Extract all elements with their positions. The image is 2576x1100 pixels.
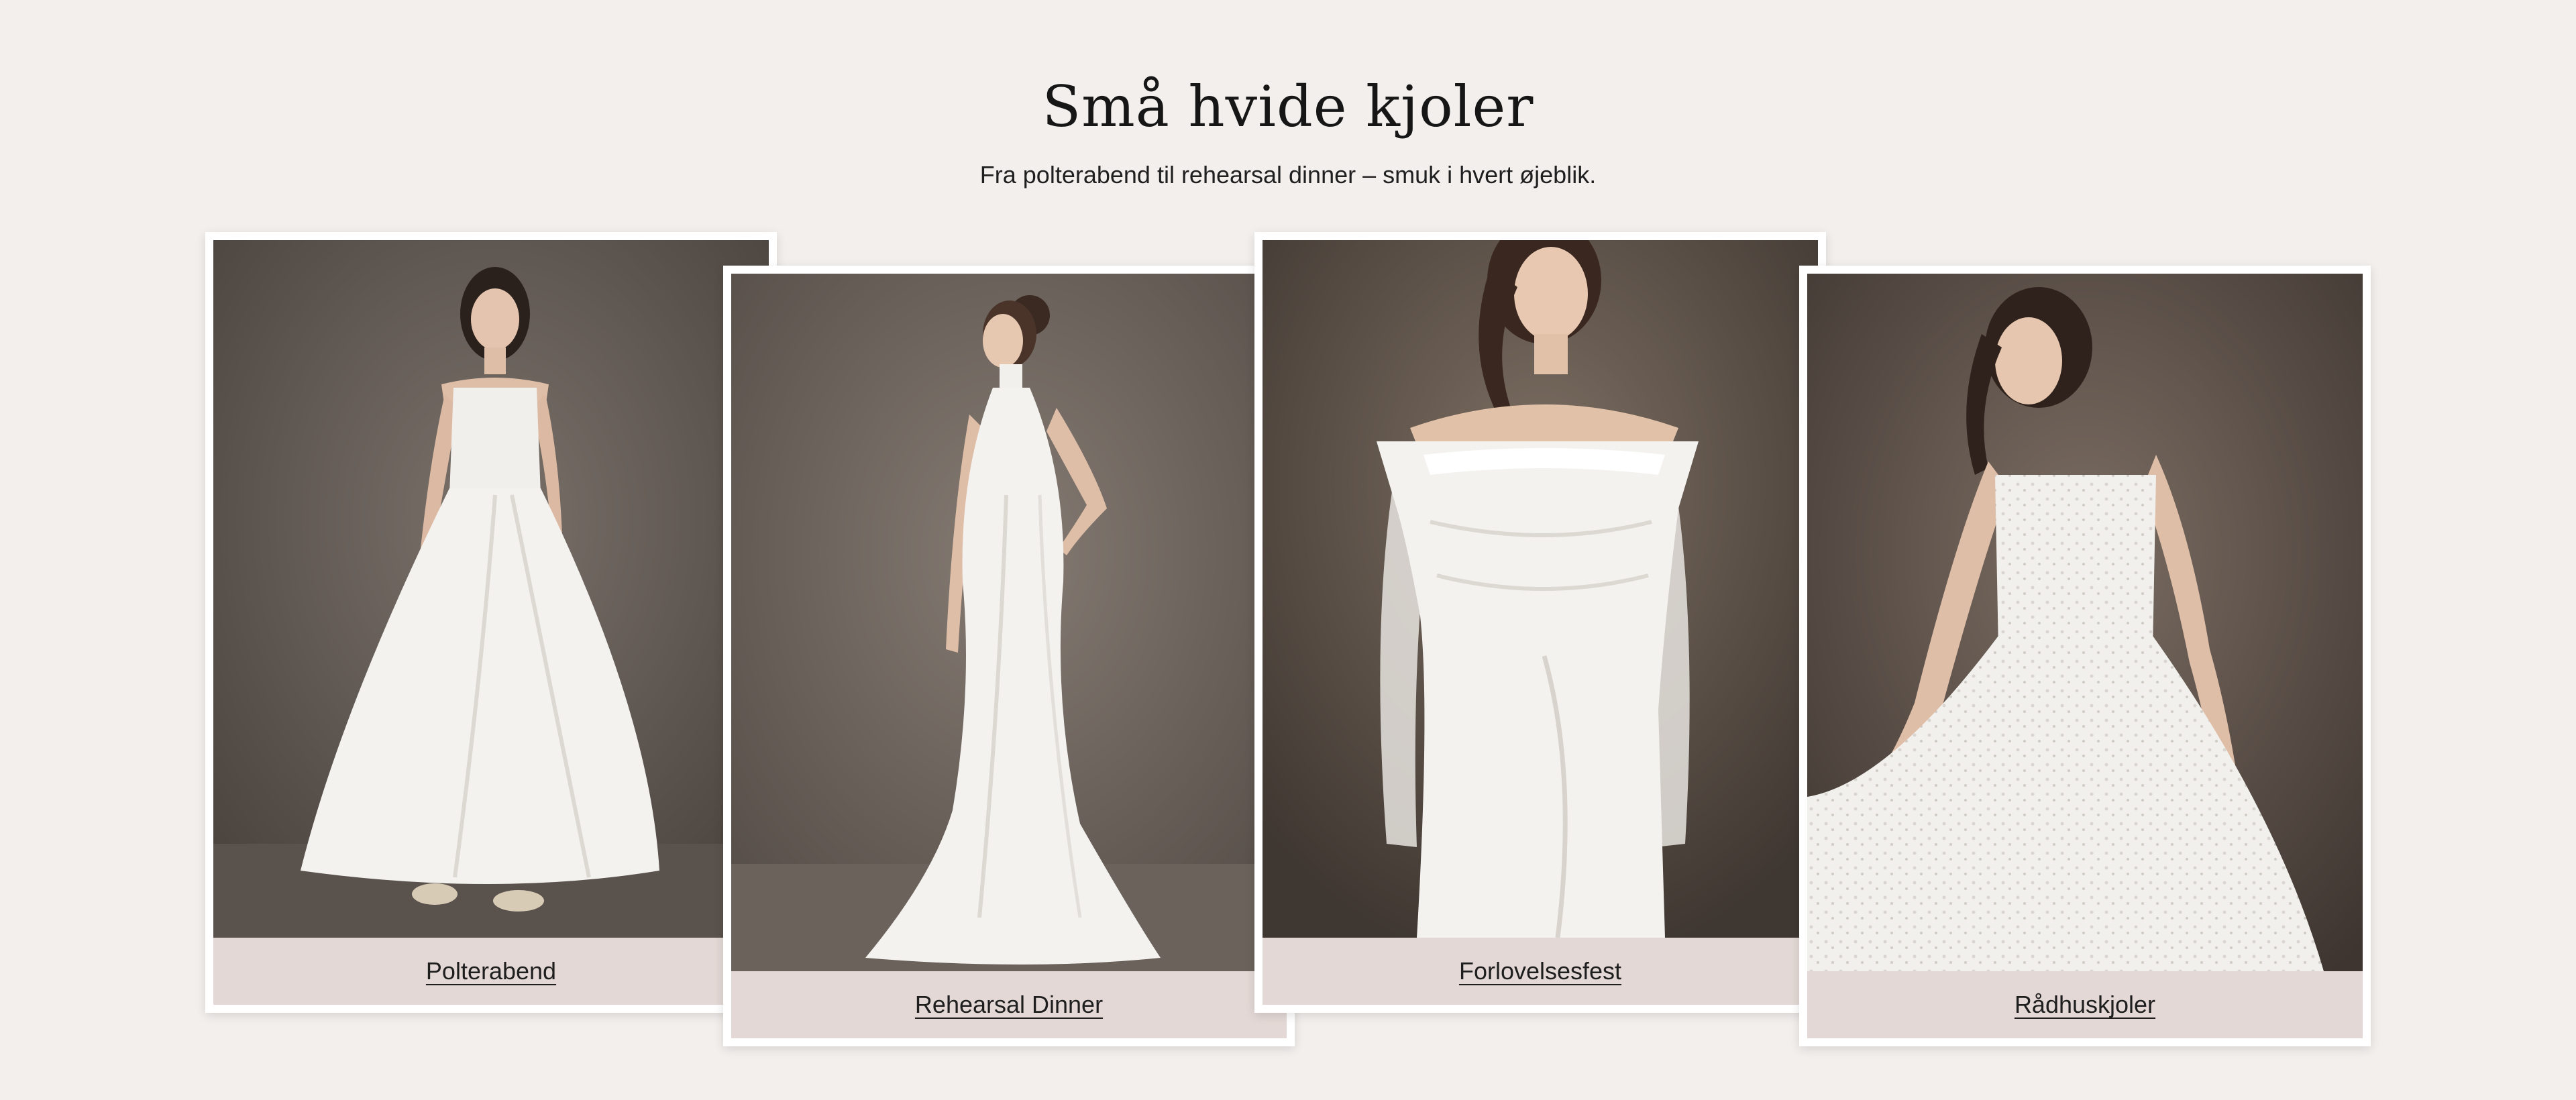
card-caption: Rådhuskjoler — [1807, 971, 2363, 1038]
product-photo[interactable] — [1263, 240, 1818, 938]
card-caption: Rehearsal Dinner — [731, 971, 1287, 1038]
card-link-polterabend[interactable]: Polterabend — [426, 957, 556, 985]
collection-card-polterabend[interactable]: Polterabend — [205, 232, 777, 1013]
card-caption: Forlovelsesfest — [1263, 938, 1818, 1005]
card-link-rehearsal-dinner[interactable]: Rehearsal Dinner — [915, 991, 1103, 1019]
section-subtitle: Fra polterabend til rehearsal dinner – s… — [979, 161, 1597, 188]
collection-card-forlovelsesfest[interactable]: Forlovelsesfest — [1254, 232, 1826, 1013]
collection-card-rehearsal-dinner[interactable]: Rehearsal Dinner — [723, 266, 1295, 1046]
section-title: Små hvide kjoler — [1042, 74, 1534, 140]
collection-section: Små hvide kjoler Fra polterabend til reh… — [0, 0, 2576, 1100]
product-photo[interactable] — [1807, 274, 2363, 971]
collection-card-radhuskjoler[interactable]: Rådhuskjoler — [1799, 266, 2371, 1046]
card-link-forlovelsesfest[interactable]: Forlovelsesfest — [1459, 957, 1621, 985]
product-photo[interactable] — [213, 240, 769, 938]
product-photo[interactable] — [731, 274, 1287, 971]
card-caption: Polterabend — [213, 938, 769, 1005]
card-link-radhuskjoler[interactable]: Rådhuskjoler — [2015, 991, 2155, 1019]
